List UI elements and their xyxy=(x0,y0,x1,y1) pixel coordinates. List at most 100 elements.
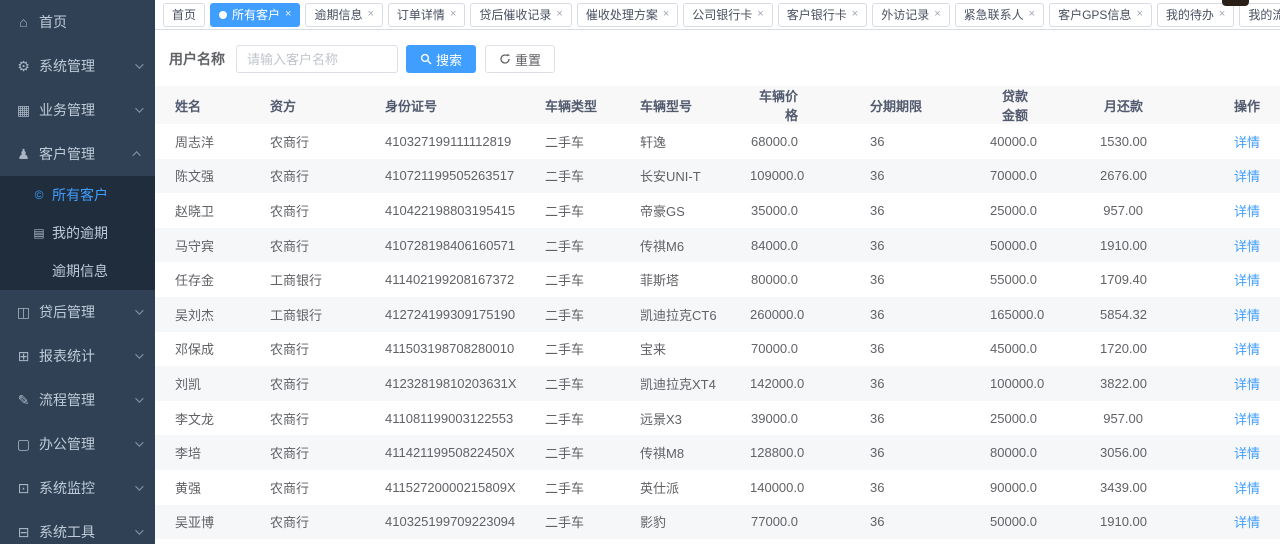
close-icon[interactable]: × xyxy=(1136,9,1142,20)
sidebar-item-3[interactable]: ♟客户管理 xyxy=(0,132,155,176)
detail-link[interactable]: 详情 xyxy=(1234,273,1260,288)
toolbox-icon: ⊟ xyxy=(15,524,32,541)
cell-id_number: 410422198803195415 xyxy=(385,193,545,228)
close-icon[interactable]: × xyxy=(1219,9,1225,20)
detail-link[interactable]: 详情 xyxy=(1234,412,1260,427)
cell-monthly xyxy=(1100,539,1220,544)
sidebar-subitem-1[interactable]: ▤我的逾期 xyxy=(0,214,155,252)
cell-vehicle_type: 二手车 xyxy=(545,505,640,540)
tab-1[interactable]: 所有客户× xyxy=(210,3,300,27)
tab-2[interactable]: 逾期信息× xyxy=(305,3,382,27)
sidebar-item-1[interactable]: ⚙系统管理 xyxy=(0,44,155,88)
edit-icon: ✎ xyxy=(15,392,32,409)
tab-6[interactable]: 公司银行卡× xyxy=(683,3,772,27)
detail-link[interactable]: 详情 xyxy=(1234,377,1260,392)
sidebar-subitem-2[interactable]: 逾期信息 xyxy=(0,252,155,290)
cell-monthly: 1709.40 xyxy=(1100,262,1220,297)
close-icon[interactable]: × xyxy=(367,9,373,20)
chevron-down-icon xyxy=(135,438,143,446)
search-button[interactable]: 搜索 xyxy=(406,45,476,73)
tab-7[interactable]: 客户银行卡× xyxy=(778,3,867,27)
sidebar-item-0[interactable]: ⌂首页 xyxy=(0,0,155,44)
column-header: 姓名 xyxy=(155,86,270,124)
sidebar-item-6[interactable]: ✎流程管理 xyxy=(0,378,155,422)
detail-link[interactable]: 详情 xyxy=(1234,342,1260,357)
detail-link[interactable]: 详情 xyxy=(1234,169,1260,184)
cell-funder: 农商行 xyxy=(270,435,385,470)
table-row: 农商行二手车 xyxy=(155,539,1280,544)
reset-button[interactable]: 重置 xyxy=(485,45,555,73)
table-row: 任存金工商银行411402199208167372二手车菲斯塔80000.036… xyxy=(155,262,1280,297)
tab-11[interactable]: 我的待办× xyxy=(1157,3,1234,27)
close-icon[interactable]: × xyxy=(285,9,291,20)
cell-name: 周志洋 xyxy=(155,124,270,159)
close-icon[interactable]: × xyxy=(852,9,858,20)
sidebar-item-label: 首页 xyxy=(39,12,67,32)
customers-table: 姓名资方身份证号车辆类型车辆型号车辆价格分期期限贷款金额月还款操作 周志洋农商行… xyxy=(155,86,1280,544)
cell-vehicle_type: 二手车 xyxy=(545,124,640,159)
table-row: 吴刘杰工商银行412724199309175190二手车凯迪拉克CT626000… xyxy=(155,297,1280,332)
close-icon[interactable]: × xyxy=(934,9,940,20)
column-header: 身份证号 xyxy=(385,86,545,124)
sidebar-subitem-0[interactable]: ©所有客户 xyxy=(0,176,155,214)
close-icon[interactable]: × xyxy=(757,9,763,20)
table-row: 李文龙农商行411081199003122553二手车远景X339000.036… xyxy=(155,401,1280,436)
tab-4[interactable]: 贷后催收记录× xyxy=(470,3,571,27)
cell-term: 36 xyxy=(870,124,990,159)
sidebar-item-5[interactable]: ⊞报表统计 xyxy=(0,334,155,378)
tab-5[interactable]: 催收处理方案× xyxy=(577,3,678,27)
cell-loan: 80000.0 xyxy=(990,435,1100,470)
cell-id_number: 410721199505263517 xyxy=(385,159,545,194)
detail-link[interactable]: 详情 xyxy=(1234,515,1260,530)
sidebar-item-9[interactable]: ⊟系统工具 xyxy=(0,510,155,544)
table-row: 赵晓卫农商行410422198803195415二手车帝豪GS35000.036… xyxy=(155,193,1280,228)
table-row: 马守宾农商行410728198406160571二手车传祺M684000.036… xyxy=(155,228,1280,263)
cell-price: 80000.0 xyxy=(750,262,870,297)
detail-link[interactable]: 详情 xyxy=(1234,446,1260,461)
cell-loan: 50000.0 xyxy=(990,505,1100,540)
close-icon[interactable]: × xyxy=(663,9,669,20)
cell-funder: 农商行 xyxy=(270,470,385,505)
table-row: 邓保成农商行411503198708280010二手车宝来70000.03645… xyxy=(155,332,1280,367)
table-row: 周志洋农商行410327199111112819二手车轩逸68000.03640… xyxy=(155,124,1280,159)
detail-link[interactable]: 详情 xyxy=(1234,135,1260,150)
cell-id_number xyxy=(385,539,545,544)
sidebar-item-8[interactable]: ⊡系统监控 xyxy=(0,466,155,510)
monitor-icon: ⊞ xyxy=(15,348,32,365)
close-icon[interactable]: × xyxy=(450,9,456,20)
sidebar-item-4[interactable]: ◫贷后管理 xyxy=(0,290,155,334)
tab-12[interactable]: 我的流程× xyxy=(1239,3,1280,27)
cell-id_number: 410325199709223094 xyxy=(385,505,545,540)
cell-model: 传祺M6 xyxy=(640,228,750,263)
detail-link[interactable]: 详情 xyxy=(1234,239,1260,254)
avatar[interactable] xyxy=(1222,0,1249,6)
tab-10[interactable]: 客户GPS信息× xyxy=(1049,3,1152,27)
cell-vehicle_type: 二手车 xyxy=(545,470,640,505)
sidebar-item-label: 系统监控 xyxy=(39,478,95,498)
sidebar: ⌂首页⚙系统管理▦业务管理♟客户管理©所有客户▤我的逾期逾期信息◫贷后管理⊞报表… xyxy=(0,0,155,544)
table-row: 黄强农商行41152720000215809X二手车英仕派140000.0369… xyxy=(155,470,1280,505)
detail-link[interactable]: 详情 xyxy=(1234,481,1260,496)
cell-term: 36 xyxy=(870,332,990,367)
tab-9[interactable]: 紧急联系人× xyxy=(955,3,1044,27)
cell-name: 李文龙 xyxy=(155,401,270,436)
tab-0[interactable]: 首页 xyxy=(163,3,205,27)
cell-term: 36 xyxy=(870,401,990,436)
detail-link[interactable]: 详情 xyxy=(1234,308,1260,323)
cell-monthly: 3056.00 xyxy=(1100,435,1220,470)
tab-3[interactable]: 订单详情× xyxy=(388,3,465,27)
chevron-down-icon xyxy=(135,526,143,534)
detail-link[interactable]: 详情 xyxy=(1234,204,1260,219)
cell-actions: 详情 xyxy=(1220,124,1280,159)
customer-name-input[interactable] xyxy=(236,45,398,73)
close-icon[interactable]: × xyxy=(1029,9,1035,20)
cell-loan: 100000.0 xyxy=(990,366,1100,401)
sidebar-item-2[interactable]: ▦业务管理 xyxy=(0,88,155,132)
cell-vehicle_type: 二手车 xyxy=(545,539,640,544)
cell-funder: 农商行 xyxy=(270,124,385,159)
sidebar-item-7[interactable]: ▢办公管理 xyxy=(0,422,155,466)
column-header: 贷款金额 xyxy=(990,86,1100,124)
close-icon[interactable]: × xyxy=(556,9,562,20)
copyright-icon: © xyxy=(32,188,46,202)
tab-8[interactable]: 外访记录× xyxy=(872,3,949,27)
